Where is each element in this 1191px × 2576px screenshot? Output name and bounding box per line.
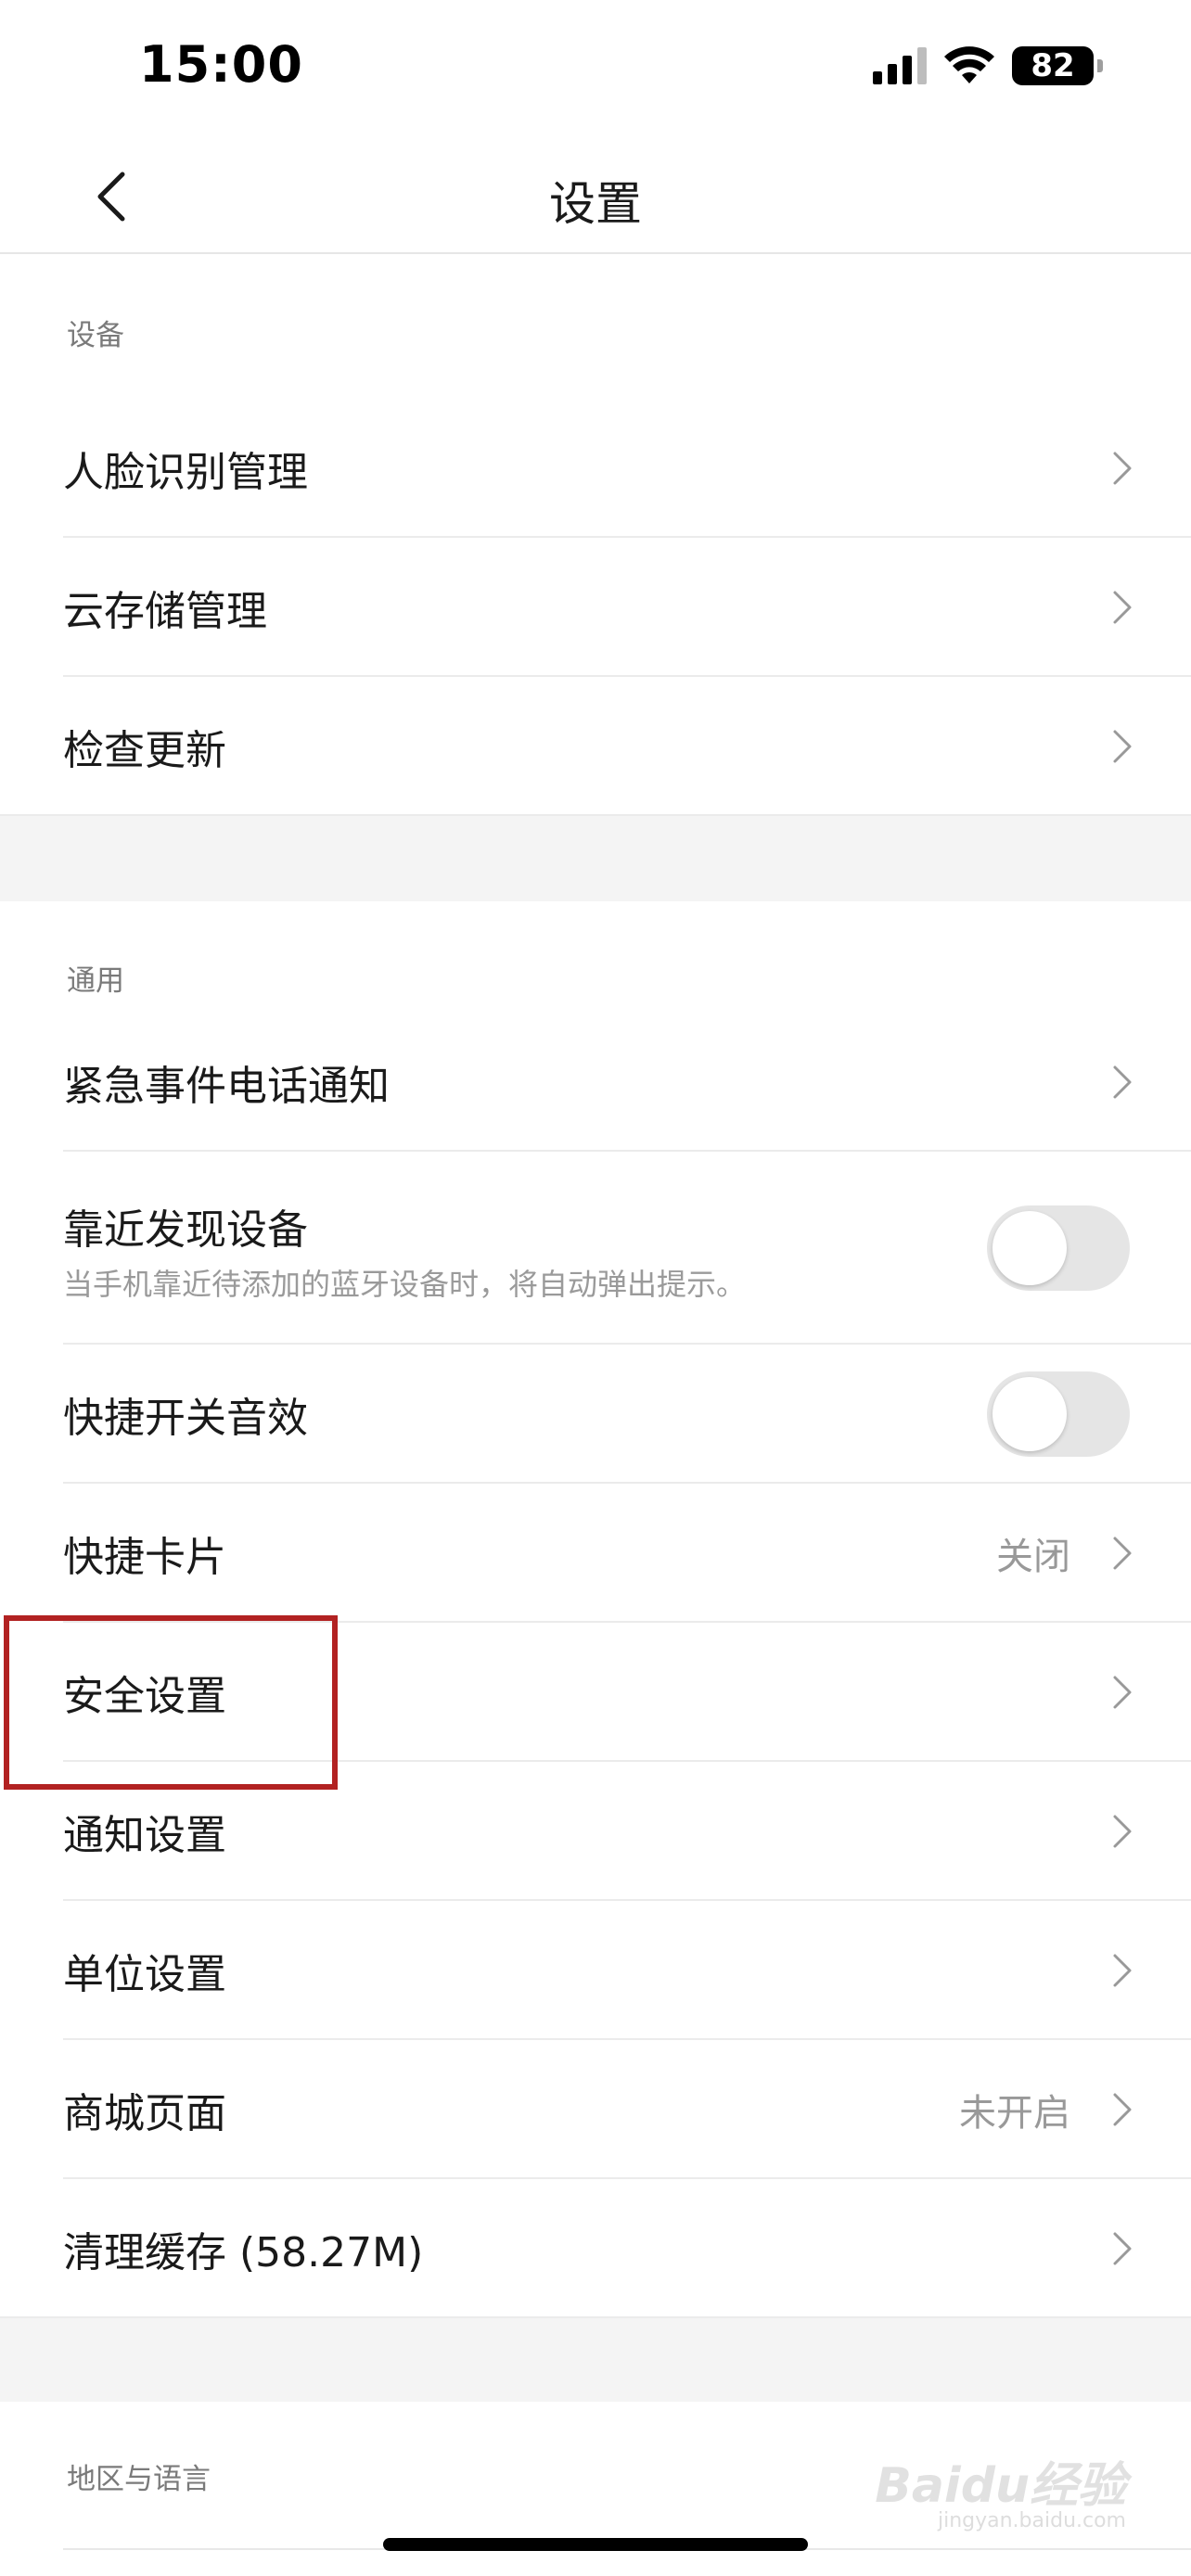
section-gap	[0, 816, 1191, 901]
chevron-right-icon	[1113, 1954, 1132, 1987]
section-label-general: 通用	[67, 964, 124, 998]
wifi-icon	[944, 46, 994, 83]
row-label: 快捷卡片	[63, 1534, 226, 1581]
nearby-discovery-toggle[interactable]	[987, 1205, 1130, 1291]
row-shortcut-card[interactable]: 快捷卡片 关闭	[0, 1484, 1191, 1623]
chevron-right-icon	[1113, 1537, 1132, 1570]
section-label-region: 地区与语言	[67, 2463, 211, 2496]
row-label: 清理缓存 (58.27M)	[63, 2229, 424, 2276]
row-mall-page[interactable]: 商城页面 未开启	[0, 2040, 1191, 2179]
chevron-right-icon	[1113, 1065, 1132, 1099]
row-value: 未开启	[959, 2092, 1070, 2135]
row-value: 关闭	[996, 1536, 1070, 1578]
chevron-right-icon	[1113, 730, 1132, 763]
row-label: 人脸识别管理	[63, 449, 308, 496]
row-label: 云存储管理	[63, 588, 267, 635]
section-gap	[0, 2318, 1191, 2402]
status-bar: 15:00 82	[0, 0, 1191, 139]
row-description: 当手机靠近待添加的蓝牙设备时，将自动弹出提示。	[63, 1267, 747, 1302]
row-shortcut-sound: 快捷开关音效	[0, 1345, 1191, 1484]
row-label: 快捷开关音效	[63, 1395, 308, 1442]
chevron-right-icon	[1113, 2093, 1132, 2126]
battery-cap	[1097, 59, 1103, 72]
row-cloud-storage[interactable]: 云存储管理	[0, 538, 1191, 677]
row-label: 紧急事件电话通知	[63, 1063, 390, 1110]
signal-icon	[873, 47, 927, 84]
row-face-recognition[interactable]: 人脸识别管理	[0, 399, 1191, 538]
row-check-update[interactable]: 检查更新	[0, 677, 1191, 816]
section-header-device: 设备	[0, 256, 1191, 404]
row-unit-settings[interactable]: 单位设置	[0, 1901, 1191, 2040]
section-label-device: 设备	[67, 319, 124, 352]
battery-icon: 82	[1012, 46, 1094, 85]
row-label: 单位设置	[63, 1951, 226, 1998]
row-clear-cache[interactable]: 清理缓存 (58.27M)	[0, 2179, 1191, 2318]
row-emergency-call-notice[interactable]: 紧急事件电话通知	[0, 1013, 1191, 1152]
row-nearby-discovery: 靠近发现设备 当手机靠近待添加的蓝牙设备时，将自动弹出提示。	[0, 1152, 1191, 1345]
chevron-right-icon	[1113, 1815, 1132, 1848]
toggle-knob	[992, 1377, 1067, 1451]
status-time: 15:00	[139, 35, 303, 94]
battery-level: 82	[1031, 47, 1075, 84]
home-indicator[interactable]	[383, 2538, 808, 2551]
chevron-right-icon	[1113, 2232, 1132, 2265]
row-label: 通知设置	[63, 1812, 226, 1859]
annotation-highlight-box	[4, 1615, 338, 1790]
row-label: 检查更新	[63, 727, 226, 774]
row-label: 商城页面	[63, 2090, 226, 2137]
watermark-logo: Baidu经验	[875, 2458, 1126, 2514]
row-label: 靠近发现设备	[63, 1206, 308, 1254]
toggle-knob	[992, 1211, 1067, 1285]
watermark-url: jingyan.baidu.com	[937, 2509, 1126, 2532]
nav-bar: 设置	[0, 139, 1191, 254]
shortcut-sound-toggle[interactable]	[987, 1371, 1130, 1457]
chevron-right-icon	[1113, 452, 1132, 485]
status-icons: 82	[873, 46, 1103, 85]
page-title: 设置	[549, 177, 642, 231]
chevron-right-icon	[1113, 591, 1132, 624]
chevron-right-icon	[1113, 1676, 1132, 1709]
